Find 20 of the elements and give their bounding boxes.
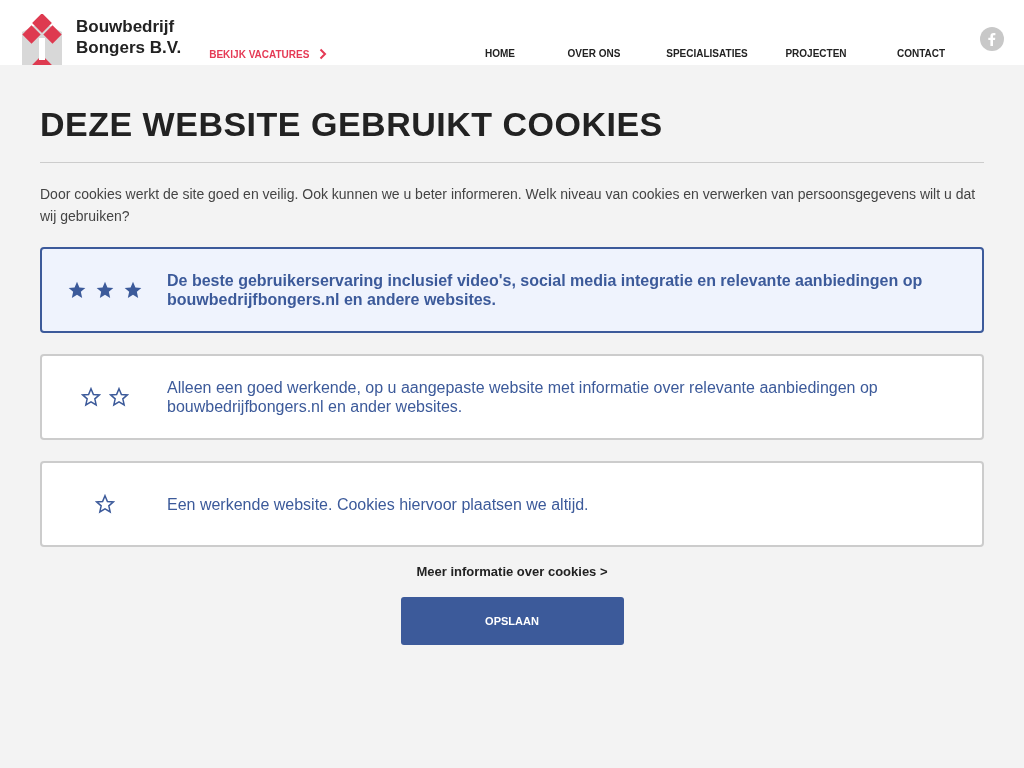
facebook-icon[interactable] (980, 27, 1004, 51)
company-name: Bouwbedrijf (76, 16, 176, 37)
option-text: De beste gebruikerservaring inclusief video's, social media integratie en relevante aanbiedingen op bouwbedrijfbongers.nl en andere websites. (167, 271, 924, 309)
save-button[interactable]: OPSLAAN (400, 597, 624, 645)
vacancies-link[interactable]: BEKIJK VACATURES (209, 46, 328, 62)
nav-link[interactable]: SPECIALISATIES (648, 47, 766, 59)
cookie-option[interactable]: Alleen een goed werkende, op u aangepaste website met informatie over relevante aanbiedingen op bouwbedrijfbongers.nl en ander websites. (40, 354, 984, 440)
dialog-title: DEZE WEBSITE GEBRUIKT COOKIES (40, 105, 984, 163)
nav-link[interactable]: HOME (460, 47, 540, 59)
chevron-icon (319, 48, 328, 60)
cookie-option[interactable]: Een werkende website. Cookies hiervoor plaatsen we altijd. (40, 461, 984, 547)
cookie-option[interactable]: De beste gebruikerservaring inclusief video's, social media integratie en relevante aanbiedingen op bouwbedrijfbongers.nl en andere websites. (40, 247, 984, 333)
company-name: Bongers B.V. (76, 37, 182, 58)
option-text: Alleen een goed werkende, op u aangepaste website met informatie over relevante aanbiedingen op bouwbedrijfbongers.nl en ander websites. (167, 378, 879, 416)
nav-link[interactable]: CONTACT (866, 47, 976, 59)
nav-link[interactable]: OVER ONS (540, 47, 648, 59)
intro-text: Door cookies werkt de site goed en veilig. Ook kunnen we u beter informeren. Welk niveau van cookies en verwerken van persoonsgegevens wilt u dat wij gebruiken? (40, 185, 977, 226)
nav-link[interactable]: PROJECTEN (766, 47, 866, 59)
more-info-link[interactable]: Meer informatie over cookies > (416, 564, 608, 579)
option-text: Een werkende website. Cookies hiervoor plaatsen we altijd. (167, 494, 590, 514)
